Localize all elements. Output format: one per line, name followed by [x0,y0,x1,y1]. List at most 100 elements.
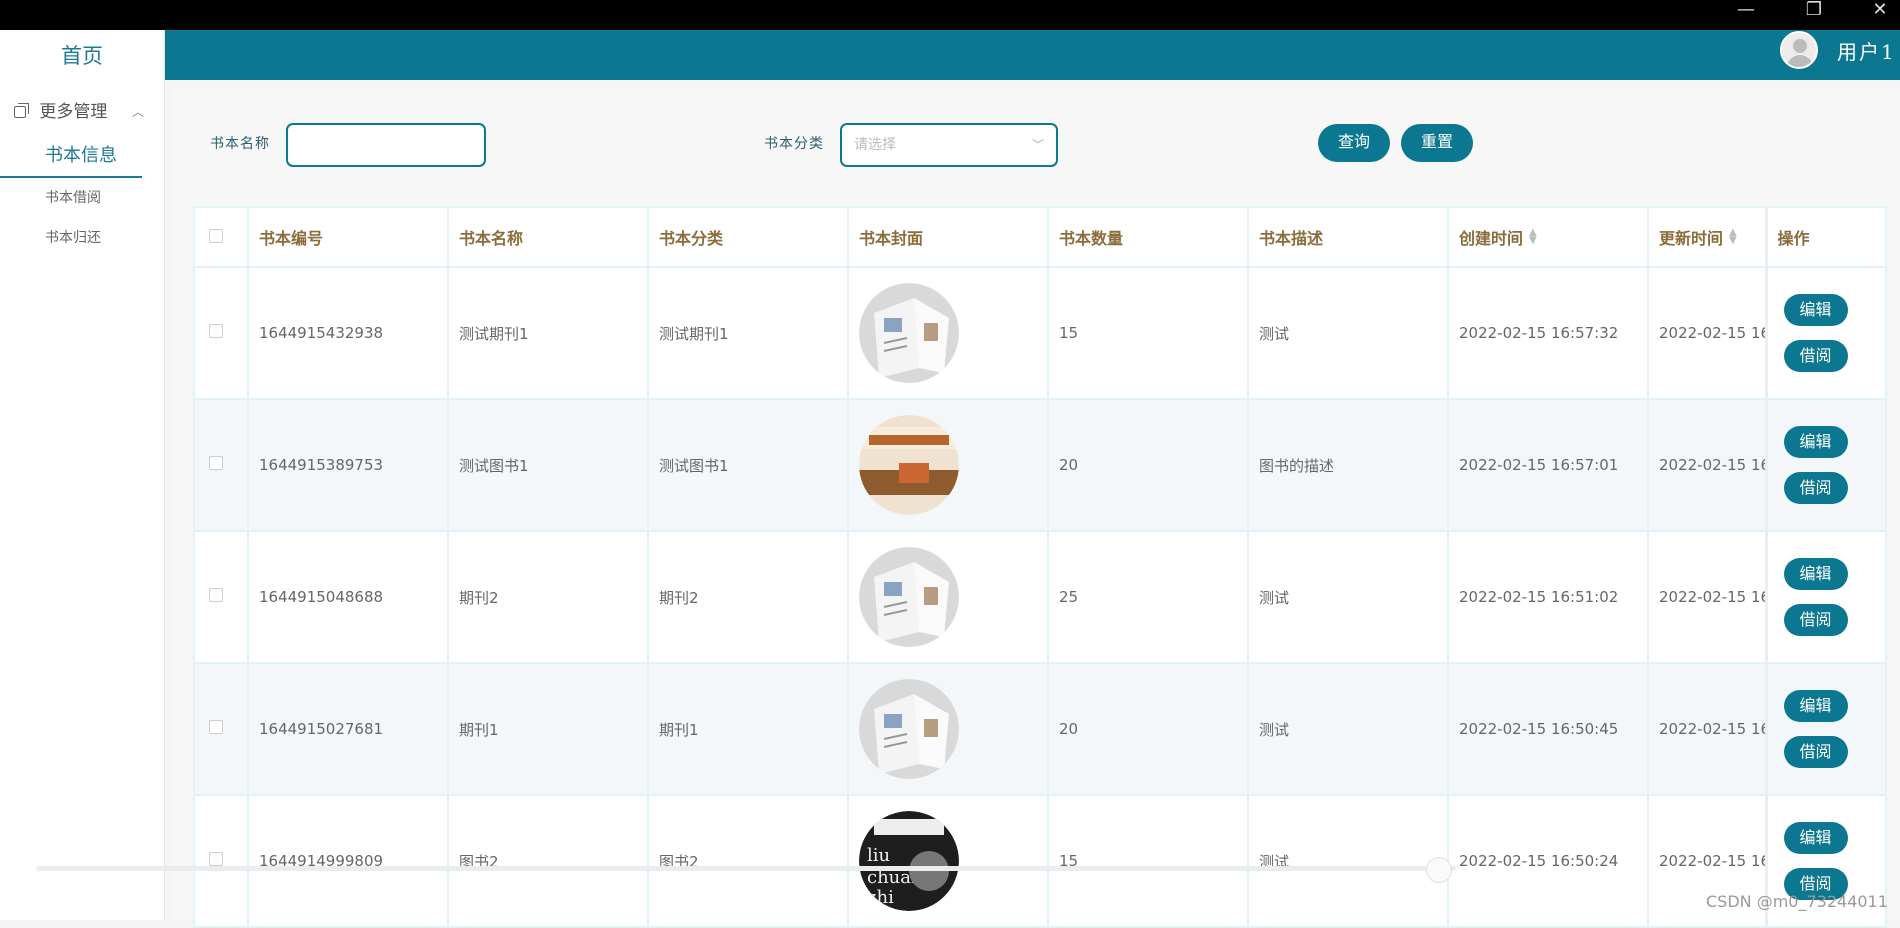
cell-book-category: 测试期刊1 [647,266,849,400]
row-select-cell [193,662,249,796]
cell-book-id: 1644915048688 [247,530,449,664]
reset-button[interactable]: 重置 [1401,124,1473,162]
cell-actions: 编辑 借阅 [1764,398,1887,532]
cell-book-description: 测试 [1247,662,1449,796]
copy-icon [14,103,29,118]
top-header [165,30,1900,80]
window-titlebar: — ❐ ✕ [0,0,1900,30]
table-row: 1644915048688 期刊2 期刊2 25 测试 2022-02-15 16:51:… [193,530,1887,664]
cell-book-category: 期刊2 [647,530,849,664]
created-header-label: 创建时间 [1459,229,1524,248]
cell-book-name: 期刊1 [447,662,649,796]
cell-created-time: 2022-02-15 16:50:45 [1447,662,1649,796]
cell-book-cover: liu chuan zhi [847,794,1049,928]
cell-book-name: 测试图书1 [447,398,649,532]
borrow-button[interactable]: 借阅 [1783,736,1848,768]
sidebar-item-book-info[interactable]: 书本信息 [0,134,142,178]
row-checkbox[interactable] [209,852,223,866]
select-all-checkbox[interactable] [209,228,223,243]
table-row: 1644915027681 期刊1 期刊1 20 测试 2022-02-15 16:50:… [193,662,1887,796]
edit-button[interactable]: 编辑 [1783,690,1848,722]
cell-book-id: 1644915027681 [247,662,449,796]
cell-created-time: 2022-02-15 16:57:01 [1447,398,1649,532]
edit-button[interactable]: 编辑 [1783,294,1848,326]
scrollbar-thumb[interactable] [1426,857,1452,883]
borrow-button[interactable]: 借阅 [1783,340,1848,372]
book-name-label: 书本名称 [210,136,270,152]
query-button[interactable]: 查询 [1318,124,1390,162]
cell-book-description: 测试 [1247,794,1449,928]
sidebar-group-more-management[interactable]: 更多管理 ︿ [0,90,164,134]
row-checkbox[interactable] [209,588,223,602]
row-select-cell [193,530,249,664]
user-avatar-icon[interactable] [1780,31,1818,69]
chevron-down-icon: ﹀ [1031,138,1044,152]
sort-icon[interactable]: ▲ ▼ [1729,228,1737,246]
cell-updated-time: 2022-02-15 16 [1647,530,1767,664]
cell-book-category: 图书2 [647,794,849,928]
select-placeholder: 请选择 [854,137,896,153]
book-name-input[interactable] [286,123,486,167]
table-row: 1644914999809 图书2 图书2 liu chuan zhi 15 测试 2022-0… [193,794,1887,928]
column-header-updated[interactable]: 更新时间 ▲ ▼ [1647,206,1767,268]
row-select-cell [193,794,249,928]
row-checkbox[interactable] [209,324,223,338]
edit-button[interactable]: 编辑 [1783,426,1848,458]
cell-book-cover [847,530,1049,664]
book-table: 书本编号 书本名称 书本分类 书本封面 书本数量 书本描述 创建时间 ▲ ▼ 更新时… [193,206,1887,928]
borrow-button[interactable]: 借阅 [1783,472,1848,504]
column-header: 书本封面 [847,206,1049,268]
book-cover-image [859,415,959,515]
row-checkbox[interactable] [209,456,223,470]
row-select-cell [193,398,249,532]
cell-book-name: 测试期刊1 [447,266,649,400]
column-header: 书本分类 [647,206,849,268]
close-icon[interactable]: ✕ [1860,0,1900,30]
cell-actions: 编辑 借阅 [1764,662,1887,796]
borrow-button[interactable]: 借阅 [1783,604,1848,636]
cell-book-name: 期刊2 [447,530,649,664]
magazine-cover-image [859,283,959,383]
magazine-cover-image [859,679,959,779]
svg-text:liu: liu [867,845,890,866]
row-checkbox[interactable] [209,720,223,734]
cell-book-quantity: 15 [1047,794,1249,928]
cell-book-category: 测试图书1 [647,398,849,532]
cell-book-description: 图书的描述 [1247,398,1449,532]
cell-book-id: 1644914999809 [247,794,449,928]
sidebar-group-label: 更多管理 [39,102,108,122]
cell-book-quantity: 15 [1047,266,1249,400]
cell-book-description: 测试 [1247,530,1449,664]
sidebar-item-book-borrow[interactable]: 书本借阅 [0,178,164,218]
table-header-row: 书本编号 书本名称 书本分类 书本封面 书本数量 书本描述 创建时间 ▲ ▼ 更新时… [193,206,1887,268]
row-select-cell [193,266,249,400]
cell-book-description: 测试 [1247,266,1449,400]
book-category-select[interactable]: 请选择 ﹀ [840,123,1058,167]
edit-button[interactable]: 编辑 [1783,822,1848,854]
minimize-icon[interactable]: — [1726,0,1766,30]
svg-text:zhi: zhi [867,887,894,908]
cell-created-time: 2022-02-15 16:51:02 [1447,530,1649,664]
column-header-created[interactable]: 创建时间 ▲ ▼ [1447,206,1649,268]
sidebar: 首页 更多管理 ︿ 书本信息 书本借阅 书本归还 [0,30,165,920]
column-header: 书本编号 [247,206,449,268]
sidebar-item-book-return[interactable]: 书本归还 [0,218,164,258]
maximize-icon[interactable]: ❐ [1794,0,1834,30]
table-row: 1644915432938 测试期刊1 测试期刊1 15 测试 2022-02-15 16… [193,266,1887,400]
cell-actions: 编辑 借阅 [1764,530,1887,664]
cell-updated-time: 2022-02-15 16 [1647,662,1767,796]
table-row: 1644915389753 测试图书1 测试图书1 20 图书的描述 2022-02-15… [193,398,1887,532]
magazine-cover-image [859,547,959,647]
cell-book-cover [847,398,1049,532]
sort-icon[interactable]: ▲ ▼ [1529,228,1537,246]
cell-created-time: 2022-02-15 16:57:32 [1447,266,1649,400]
chevron-up-icon: ︿ [131,105,144,119]
edit-button[interactable]: 编辑 [1783,558,1848,590]
horizontal-scrollbar[interactable] [36,866,1456,871]
sidebar-home-link[interactable]: 首页 [0,38,164,74]
cell-book-quantity: 20 [1047,398,1249,532]
updated-header-label: 更新时间 [1659,229,1724,248]
cell-updated-time: 2022-02-15 16 [1647,266,1767,400]
username-label[interactable]: 用户1 [1837,36,1896,65]
cell-book-cover [847,266,1049,400]
